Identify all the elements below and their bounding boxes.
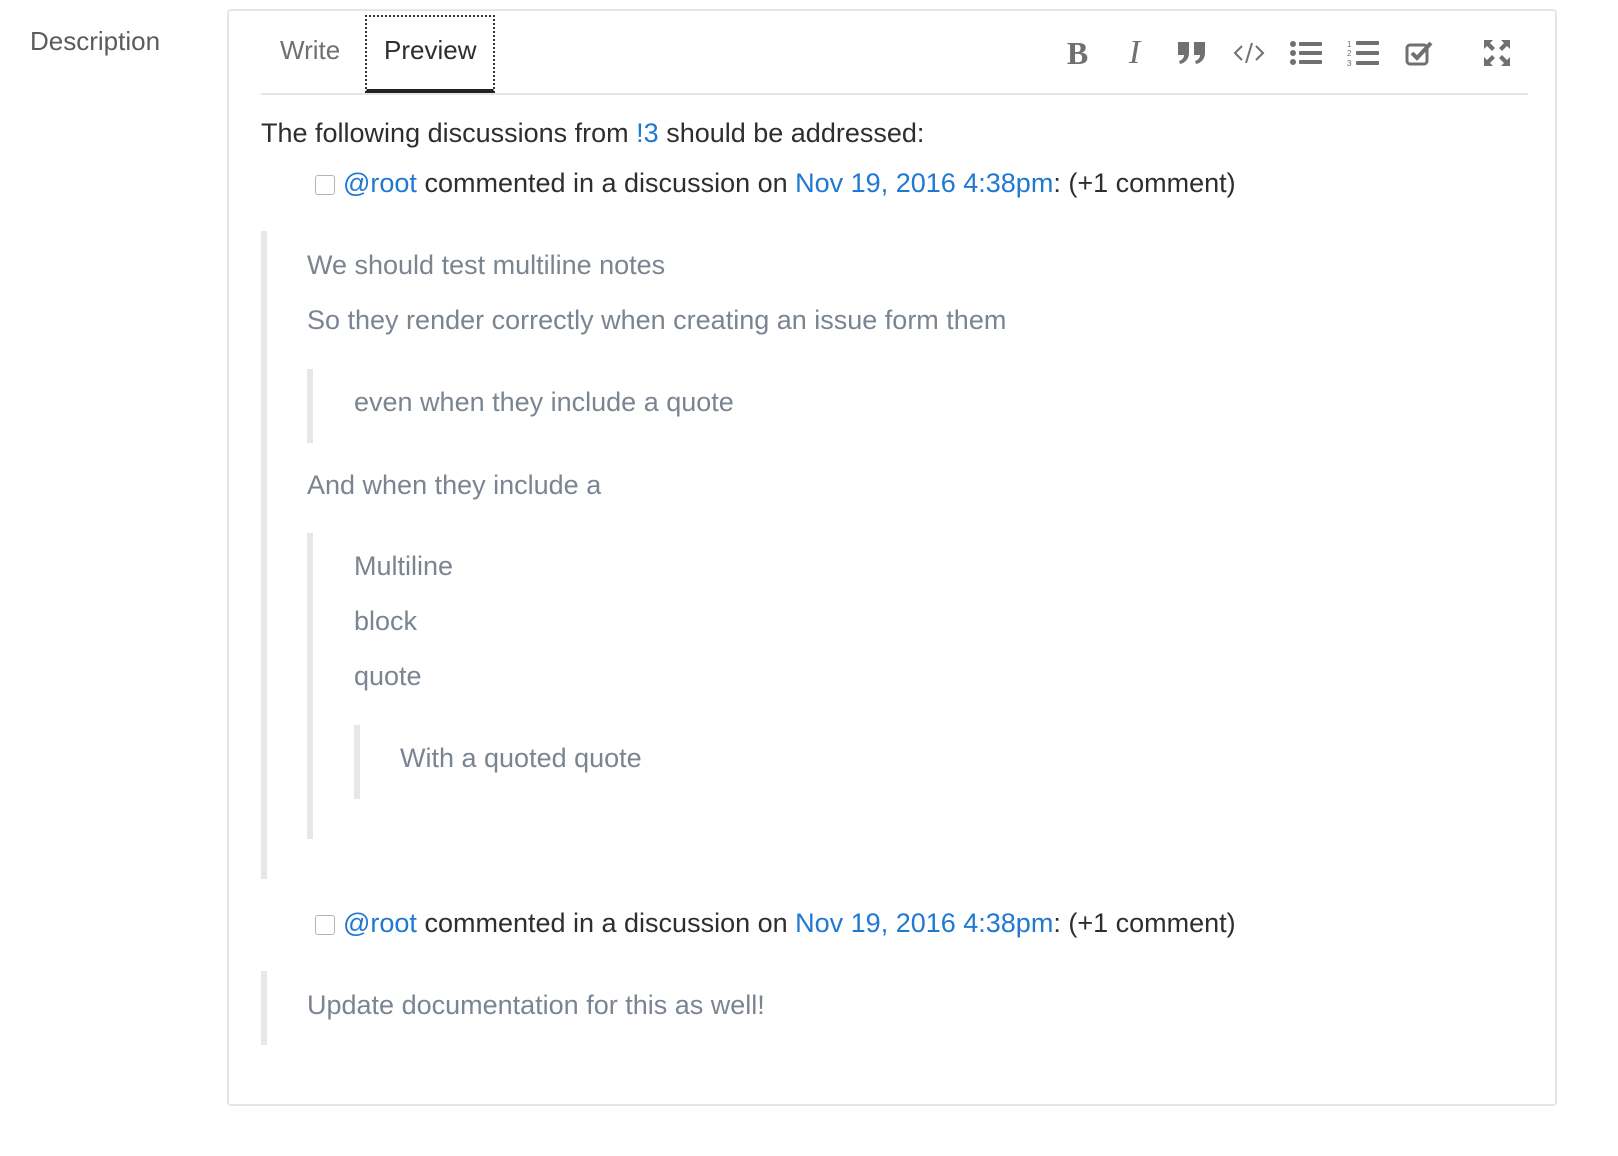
task-item: @root commented in a discussion on Nov 1… (315, 908, 1236, 939)
numbered-list-icon[interactable]: 123 (1334, 33, 1391, 73)
quoted-quote-blockquote: With a quoted quote (354, 725, 1054, 799)
blockquote-discussion-2: Update documentation for this as well! (261, 971, 1461, 1045)
tab-write[interactable]: Write (263, 15, 357, 93)
intro-paragraph: The following discussions from !3 should… (261, 118, 924, 149)
quote-text: quote (354, 661, 422, 691)
user-link[interactable]: @root (343, 908, 417, 938)
description-editor: Write Preview B I 123 The following disc… (227, 9, 1557, 1106)
discussion-date-link[interactable]: Nov 19, 2016 4:38pm (795, 908, 1053, 938)
quote-text: even when they include a quote (354, 387, 734, 417)
quote-text: Multiline (354, 551, 454, 581)
tab-preview[interactable]: Preview (365, 15, 496, 93)
multiline-blockquote: Multiline block quote With a quoted quot… (307, 533, 1207, 839)
task-checkbox[interactable] (315, 915, 335, 935)
bold-icon[interactable]: B (1049, 33, 1106, 73)
task-suffix: : (+1 comment) (1053, 908, 1236, 938)
task-item: @root commented in a discussion on Nov 1… (315, 168, 1236, 199)
task-checkbox[interactable] (315, 175, 335, 195)
svg-text:3: 3 (1347, 59, 1352, 67)
task-list-icon[interactable] (1391, 33, 1448, 73)
discussion-date-link[interactable]: Nov 19, 2016 4:38pm (795, 168, 1053, 198)
task-text: commented in a discussion on (416, 168, 796, 198)
nested-blockquote: even when they include a quote (307, 369, 1207, 443)
description-label: Description (30, 26, 161, 56)
merge-request-link[interactable]: !3 (636, 118, 659, 148)
bullet-list-icon[interactable] (1277, 33, 1334, 73)
quote-text: And when they include a (307, 470, 602, 500)
svg-text:2: 2 (1347, 49, 1352, 58)
italic-icon[interactable]: I (1106, 33, 1163, 73)
svg-text:1: 1 (1347, 40, 1352, 49)
intro-suffix: should be addressed: (658, 118, 925, 148)
quote-text: With a quoted quote (400, 743, 642, 773)
blockquote-discussion-1: We should test multiline notes So they r… (261, 231, 1461, 879)
intro-text: The following discussions from (261, 118, 637, 148)
markdown-toolbar: B I 123 (1049, 33, 1525, 73)
quote-text: So they render correctly when creating a… (307, 305, 1007, 335)
quote-text: Update documentation for this as well! (307, 990, 765, 1020)
quote-text: block (354, 606, 418, 636)
user-link[interactable]: @root (343, 168, 417, 198)
task-suffix: : (+1 comment) (1053, 168, 1236, 198)
quote-icon[interactable] (1163, 33, 1220, 73)
quote-text: We should test multiline notes (307, 250, 666, 280)
fullscreen-icon[interactable] (1468, 33, 1525, 73)
code-icon[interactable] (1220, 33, 1277, 73)
task-text: commented in a discussion on (416, 908, 796, 938)
